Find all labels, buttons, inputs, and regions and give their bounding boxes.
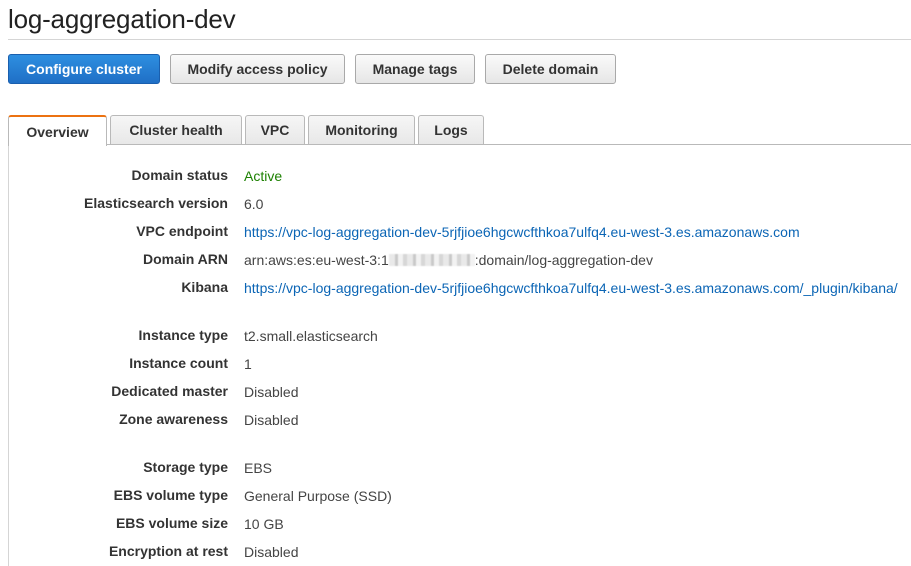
zone-awareness-label: Zone awareness [119,411,228,427]
redacted-account-id [388,254,475,266]
es-version-label: Elasticsearch version [84,195,228,211]
domain-status-value: Active [244,168,283,184]
dedicated-master-value: Disabled [244,384,299,400]
modify-access-policy-button[interactable]: Modify access policy [170,54,345,84]
domain-arn-suffix: :domain/log-aggregation-dev [474,252,653,268]
tab-bar: Overview Cluster health VPC Monitoring L… [8,115,911,146]
instance-count-label: Instance count [129,355,228,371]
row-zone-awareness: Zone awareness Disabled [9,411,911,433]
storage-type-label: Storage type [143,459,228,475]
tab-vpc[interactable]: VPC [245,115,305,144]
domain-arn-label: Domain ARN [142,251,228,267]
overview-panel: Domain status Active Elasticsearch versi… [8,145,911,566]
row-kibana: Kibana https://vpc-log-aggregation-dev-5… [9,279,911,301]
configure-cluster-button[interactable]: Configure cluster [8,54,160,84]
ebs-volume-type-value: General Purpose (SSD) [244,488,392,504]
domain-status-label: Domain status [131,167,228,183]
domain-arn-prefix: arn:aws:es:eu-west-3:1 [244,252,389,268]
vpc-endpoint-label: VPC endpoint [136,223,228,239]
instance-type-value: t2.small.elasticsearch [244,328,378,344]
instance-type-label: Instance type [138,327,228,343]
row-instance-type: Instance type t2.small.elasticsearch [9,327,911,349]
ebs-volume-size-value: 10 GB [244,516,284,532]
ebs-volume-type-label: EBS volume type [113,487,228,503]
dedicated-master-label: Dedicated master [111,383,228,399]
tab-overview[interactable]: Overview [8,115,107,146]
encryption-at-rest-label: Encryption at rest [108,543,228,559]
vpc-endpoint-link[interactable]: https://vpc-log-aggregation-dev-5rjfjioe… [244,224,800,240]
encryption-at-rest-value: Disabled [244,544,299,560]
page-title: log-aggregation-dev [8,4,236,34]
tab-logs[interactable]: Logs [418,115,484,144]
row-dedicated-master: Dedicated master Disabled [9,383,911,405]
row-ebs-volume-size: EBS volume size 10 GB [9,515,911,537]
row-domain-arn: Domain ARN arn:aws:es:eu-west-3:1 :domain… [9,251,911,273]
delete-domain-button[interactable]: Delete domain [485,54,616,84]
storage-type-value: EBS [244,460,273,476]
kibana-label: Kibana [181,279,228,295]
manage-tags-button[interactable]: Manage tags [355,54,475,84]
row-instance-count: Instance count 1 [9,355,911,377]
row-ebs-volume-type: EBS volume type General Purpose (SSD) [9,487,911,509]
tab-monitoring[interactable]: Monitoring [308,115,415,144]
row-domain-status: Domain status Active [9,167,911,189]
ebs-volume-size-label: EBS volume size [115,515,228,531]
instance-count-value: 1 [244,356,252,372]
row-es-version: Elasticsearch version 6.0 [9,195,911,217]
row-vpc-endpoint: VPC endpoint https://vpc-log-aggregation… [9,223,911,245]
zone-awareness-value: Disabled [244,412,299,428]
es-version-value: 6.0 [244,196,264,212]
domain-arn-value: arn:aws:es:eu-west-3:1 :domain/log-aggreg… [244,252,653,268]
kibana-link[interactable]: https://vpc-log-aggregation-dev-5rjfjioe… [244,280,898,296]
title-divider [8,39,911,40]
row-encryption-at-rest: Encryption at rest Disabled [9,543,911,565]
tab-cluster-health[interactable]: Cluster health [110,115,242,144]
row-storage-type: Storage type EBS [9,459,911,481]
